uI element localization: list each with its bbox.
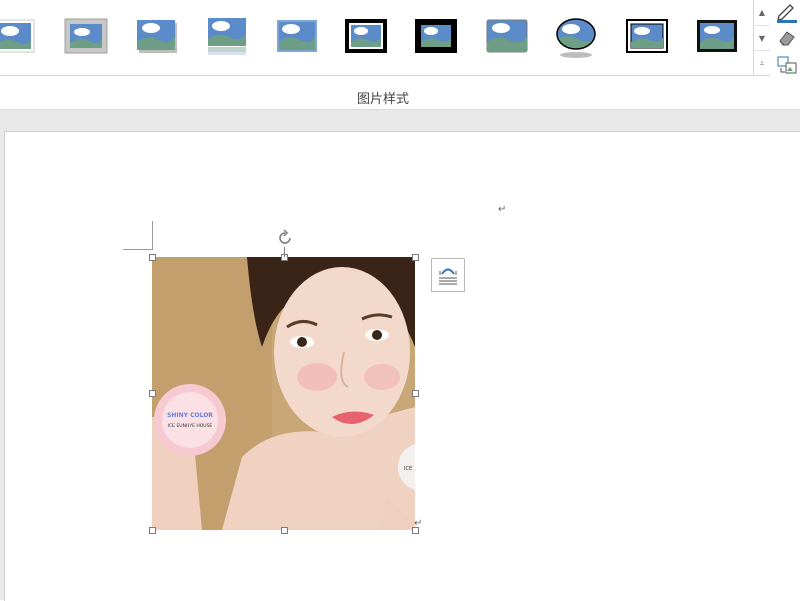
resize-handle-left[interactable] bbox=[149, 390, 156, 397]
picture-effects-button[interactable] bbox=[775, 27, 799, 49]
resize-handle-top-left[interactable] bbox=[149, 254, 156, 261]
gallery-scroll: ▲ ▼ ⩡ bbox=[753, 0, 770, 76]
pen-icon bbox=[777, 4, 797, 23]
rotate-icon bbox=[279, 229, 291, 244]
picture-styles-group-label: 图片样式 bbox=[356, 92, 409, 107]
margin-mark-vertical bbox=[152, 221, 153, 250]
resize-handle-top-right[interactable] bbox=[412, 254, 419, 261]
rotate-handle[interactable] bbox=[275, 228, 295, 248]
eraser-icon bbox=[779, 31, 795, 46]
picture-format-tools bbox=[773, 0, 800, 80]
style-black-matte[interactable] bbox=[414, 14, 458, 58]
resize-handle-bottom[interactable] bbox=[281, 527, 288, 534]
style-reflected[interactable] bbox=[205, 14, 249, 58]
style-rounded-rectangle[interactable] bbox=[485, 14, 529, 58]
resize-handle-bottom-right[interactable] bbox=[412, 527, 419, 534]
picture-border-button[interactable] bbox=[775, 1, 799, 23]
selected-picture[interactable]: SHINY COLOR ICE EUNHYE HOUSE ICE bbox=[152, 257, 415, 530]
style-thin-black-frame[interactable] bbox=[695, 14, 739, 58]
picture-styles-gallery bbox=[0, 0, 753, 76]
picture-layout-button[interactable] bbox=[775, 54, 799, 76]
style-soft-edge[interactable] bbox=[275, 14, 319, 58]
style-double-frame[interactable] bbox=[625, 14, 669, 58]
paragraph-mark-icon: ↵ bbox=[498, 204, 507, 215]
ribbon: ▲ ▼ ⩡ 图片样式 bbox=[0, 0, 800, 110]
product-text-1: SHINY COLOR bbox=[167, 412, 213, 419]
resize-handle-right[interactable] bbox=[412, 390, 419, 397]
rotate-handle-stem bbox=[284, 247, 285, 257]
style-drop-shadow[interactable] bbox=[135, 14, 179, 58]
gallery-more-button[interactable]: ⩡ bbox=[754, 50, 770, 76]
product-text-right: ICE bbox=[404, 466, 412, 472]
layout-options-button[interactable] bbox=[431, 258, 465, 292]
gallery-scroll-down-button[interactable]: ▼ bbox=[754, 25, 770, 51]
more-dropdown-icon: ⩡ bbox=[759, 58, 765, 68]
style-thick-black-frame[interactable] bbox=[344, 14, 388, 58]
caret-up-icon: ▲ bbox=[758, 8, 766, 17]
style-beveled-matte[interactable] bbox=[64, 14, 108, 58]
gallery-scroll-up-button[interactable]: ▲ bbox=[754, 0, 770, 25]
resize-handle-bottom-left[interactable] bbox=[149, 527, 156, 534]
picture-layout-icon bbox=[777, 56, 797, 74]
style-simple-frame[interactable] bbox=[0, 14, 36, 58]
caret-down-icon: ▼ bbox=[758, 34, 766, 43]
product-text-2: ICE EUNHYE HOUSE bbox=[168, 423, 213, 429]
style-oval-shadow[interactable] bbox=[554, 14, 598, 58]
margin-mark-horizontal bbox=[123, 249, 153, 250]
text-wrap-icon bbox=[439, 268, 457, 285]
